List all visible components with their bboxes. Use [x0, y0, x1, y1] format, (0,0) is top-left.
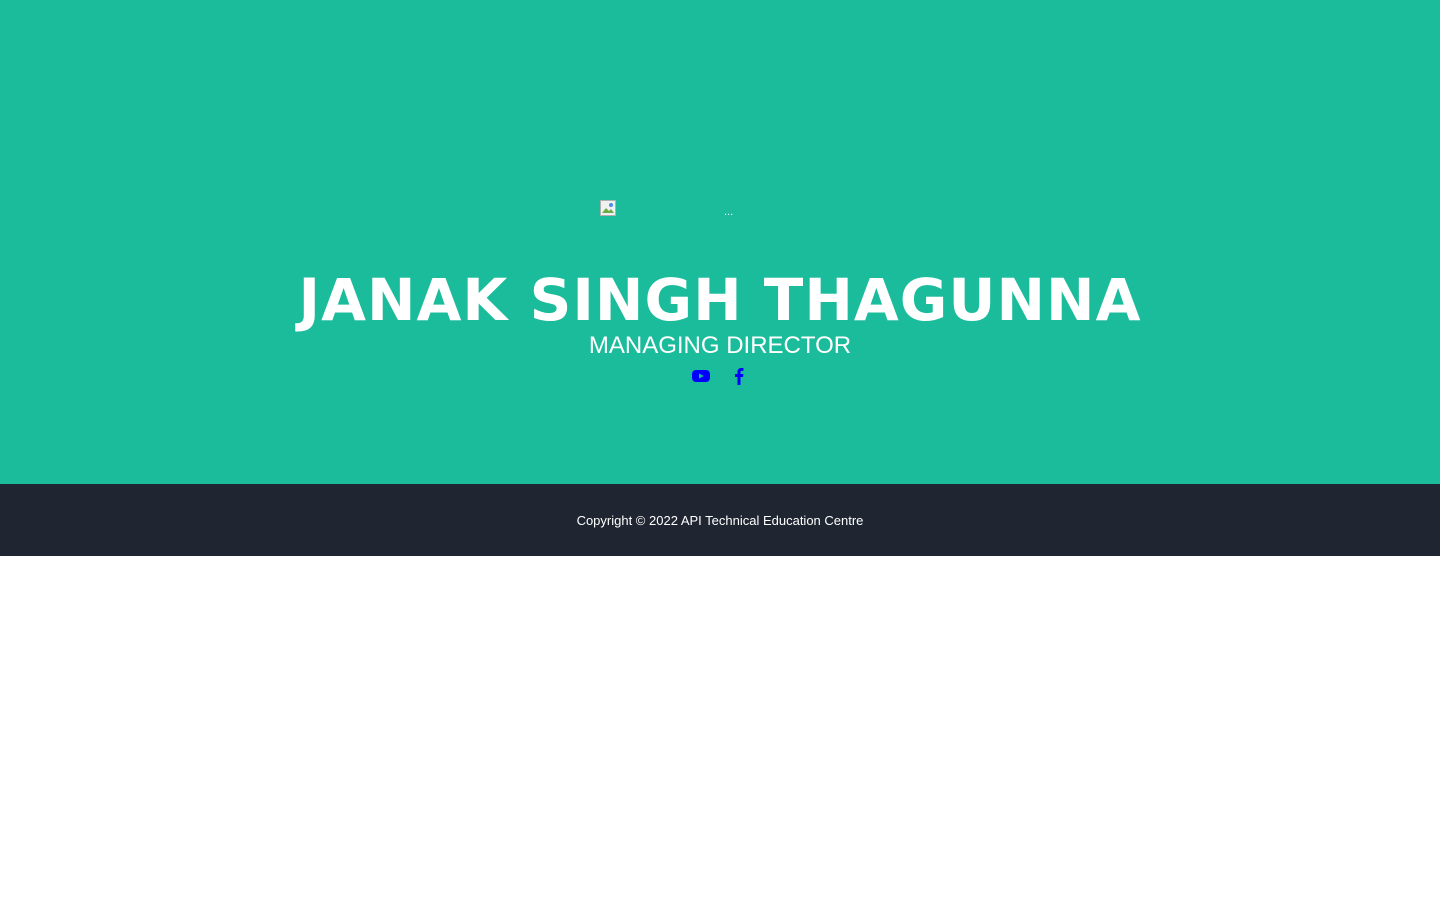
- social-links: [0, 366, 1440, 386]
- facebook-icon: [735, 368, 744, 385]
- copyright-text: Copyright © 2022 API Technical Education…: [576, 512, 864, 528]
- broken-image-icon: [600, 200, 616, 216]
- person-role: MANAGING DIRECTOR: [588, 332, 852, 359]
- facebook-link[interactable]: [730, 366, 748, 386]
- footer: Copyright © 2022 API Technical Education…: [0, 484, 1440, 556]
- hero-section: ... JANAK SINGH THAGUNNA MANAGING DIRECT…: [0, 0, 1440, 484]
- youtube-icon: [692, 370, 710, 382]
- youtube-link[interactable]: [692, 366, 710, 386]
- profile-image: ...: [600, 200, 856, 220]
- image-alt-text: ...: [724, 206, 734, 218]
- person-name: JANAK SINGH THAGUNNA: [298, 266, 1142, 334]
